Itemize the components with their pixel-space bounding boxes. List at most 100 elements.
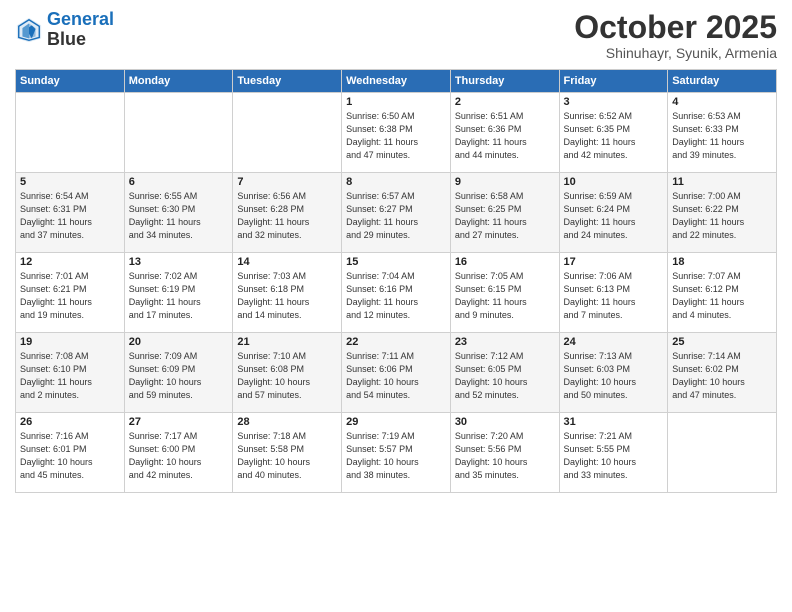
day-info: Sunrise: 6:56 AM Sunset: 6:28 PM Dayligh… — [237, 190, 337, 242]
location-subtitle: Shinuhayr, Syunik, Armenia — [574, 45, 777, 61]
day-info: Sunrise: 7:02 AM Sunset: 6:19 PM Dayligh… — [129, 270, 229, 322]
day-number: 23 — [455, 336, 555, 348]
calendar-cell: 8 Sunrise: 6:57 AM Sunset: 6:27 PM Daylig… — [342, 173, 451, 253]
day-info: Sunrise: 7:21 AM Sunset: 5:55 PM Dayligh… — [564, 430, 664, 482]
day-info: Sunrise: 7:07 AM Sunset: 6:12 PM Dayligh… — [672, 270, 772, 322]
logo-line2: Blue — [47, 30, 114, 50]
calendar-cell — [16, 93, 125, 173]
calendar-cell: 9 Sunrise: 6:58 AM Sunset: 6:25 PM Daylig… — [450, 173, 559, 253]
logo: General Blue — [15, 10, 114, 50]
calendar-week-2: 12Sunrise: 7:01 AM Sunset: 6:21 PM Dayli… — [16, 253, 777, 333]
calendar-cell: 11 Sunrise: 7:00 AM Sunset: 6:22 PM Dayli… — [668, 173, 777, 253]
calendar-cell: 24 Sunrise: 7:13 AM Sunset: 6:03 PM Dayli… — [559, 333, 668, 413]
day-number: 25 — [672, 336, 772, 348]
day-number: 11 — [672, 176, 772, 188]
calendar-cell: 4 Sunrise: 6:53 AM Sunset: 6:33 PM Daylig… — [668, 93, 777, 173]
logo-line1: General — [47, 9, 114, 29]
calendar-cell: 21Sunrise: 7:10 AM Sunset: 6:08 PM Dayli… — [233, 333, 342, 413]
day-info: Sunrise: 7:12 AM Sunset: 6:05 PM Dayligh… — [455, 350, 555, 402]
day-info: Sunrise: 6:59 AM Sunset: 6:24 PM Dayligh… — [564, 190, 664, 242]
calendar-cell: 14 Sunrise: 7:03 AM Sunset: 6:18 PM Dayli… — [233, 253, 342, 333]
calendar-cell: 26Sunrise: 7:16 AM Sunset: 6:01 PM Dayli… — [16, 413, 125, 493]
calendar-cell — [233, 93, 342, 173]
calendar-week-0: 1 Sunrise: 6:50 AM Sunset: 6:38 PM Daylig… — [16, 93, 777, 173]
calendar-header: Sunday Monday Tuesday Wednesday Thursday… — [16, 70, 777, 93]
day-number: 27 — [129, 416, 229, 428]
calendar-cell: 19Sunrise: 7:08 AM Sunset: 6:10 PM Dayli… — [16, 333, 125, 413]
page: General Blue October 2025 Shinuhayr, Syu… — [0, 0, 792, 612]
th-monday: Monday — [124, 70, 233, 93]
day-number: 30 — [455, 416, 555, 428]
calendar-week-1: 5Sunrise: 6:54 AM Sunset: 6:31 PM Daylig… — [16, 173, 777, 253]
calendar-cell: 5Sunrise: 6:54 AM Sunset: 6:31 PM Daylig… — [16, 173, 125, 253]
day-info: Sunrise: 7:18 AM Sunset: 5:58 PM Dayligh… — [237, 430, 337, 482]
th-sunday: Sunday — [16, 70, 125, 93]
day-number: 24 — [564, 336, 664, 348]
calendar-cell: 30 Sunrise: 7:20 AM Sunset: 5:56 PM Dayli… — [450, 413, 559, 493]
day-number: 3 — [564, 96, 664, 108]
day-number: 17 — [564, 256, 664, 268]
calendar-cell: 15Sunrise: 7:04 AM Sunset: 6:16 PM Dayli… — [342, 253, 451, 333]
day-info: Sunrise: 7:09 AM Sunset: 6:09 PM Dayligh… — [129, 350, 229, 402]
day-info: Sunrise: 6:54 AM Sunset: 6:31 PM Dayligh… — [20, 190, 120, 242]
calendar-week-4: 26Sunrise: 7:16 AM Sunset: 6:01 PM Dayli… — [16, 413, 777, 493]
day-number: 14 — [237, 256, 337, 268]
calendar-cell: 20Sunrise: 7:09 AM Sunset: 6:09 PM Dayli… — [124, 333, 233, 413]
day-number: 1 — [346, 96, 446, 108]
day-number: 4 — [672, 96, 772, 108]
calendar-cell: 6 Sunrise: 6:55 AM Sunset: 6:30 PM Daylig… — [124, 173, 233, 253]
day-info: Sunrise: 6:50 AM Sunset: 6:38 PM Dayligh… — [346, 110, 446, 162]
day-info: Sunrise: 6:55 AM Sunset: 6:30 PM Dayligh… — [129, 190, 229, 242]
day-info: Sunrise: 6:58 AM Sunset: 6:25 PM Dayligh… — [455, 190, 555, 242]
day-number: 16 — [455, 256, 555, 268]
day-info: Sunrise: 7:13 AM Sunset: 6:03 PM Dayligh… — [564, 350, 664, 402]
calendar-cell: 22 Sunrise: 7:11 AM Sunset: 6:06 PM Dayli… — [342, 333, 451, 413]
month-title: October 2025 — [574, 10, 777, 45]
calendar-cell: 10 Sunrise: 6:59 AM Sunset: 6:24 PM Dayli… — [559, 173, 668, 253]
day-number: 9 — [455, 176, 555, 188]
day-number: 10 — [564, 176, 664, 188]
logo-icon — [15, 16, 43, 44]
logo-text: General Blue — [47, 10, 114, 50]
th-friday: Friday — [559, 70, 668, 93]
day-info: Sunrise: 6:57 AM Sunset: 6:27 PM Dayligh… — [346, 190, 446, 242]
day-number: 2 — [455, 96, 555, 108]
calendar-week-3: 19Sunrise: 7:08 AM Sunset: 6:10 PM Dayli… — [16, 333, 777, 413]
calendar-cell: 16 Sunrise: 7:05 AM Sunset: 6:15 PM Dayli… — [450, 253, 559, 333]
day-number: 6 — [129, 176, 229, 188]
day-number: 22 — [346, 336, 446, 348]
day-number: 21 — [237, 336, 337, 348]
th-saturday: Saturday — [668, 70, 777, 93]
day-info: Sunrise: 7:04 AM Sunset: 6:16 PM Dayligh… — [346, 270, 446, 322]
calendar-cell: 17Sunrise: 7:06 AM Sunset: 6:13 PM Dayli… — [559, 253, 668, 333]
calendar-cell: 23 Sunrise: 7:12 AM Sunset: 6:05 PM Dayli… — [450, 333, 559, 413]
day-number: 7 — [237, 176, 337, 188]
calendar-cell — [124, 93, 233, 173]
day-info: Sunrise: 7:05 AM Sunset: 6:15 PM Dayligh… — [455, 270, 555, 322]
day-info: Sunrise: 7:03 AM Sunset: 6:18 PM Dayligh… — [237, 270, 337, 322]
header: General Blue October 2025 Shinuhayr, Syu… — [15, 10, 777, 61]
day-info: Sunrise: 6:53 AM Sunset: 6:33 PM Dayligh… — [672, 110, 772, 162]
day-info: Sunrise: 6:51 AM Sunset: 6:36 PM Dayligh… — [455, 110, 555, 162]
th-wednesday: Wednesday — [342, 70, 451, 93]
weekday-row: Sunday Monday Tuesday Wednesday Thursday… — [16, 70, 777, 93]
day-info: Sunrise: 6:52 AM Sunset: 6:35 PM Dayligh… — [564, 110, 664, 162]
day-number: 19 — [20, 336, 120, 348]
day-number: 31 — [564, 416, 664, 428]
calendar-cell: 29Sunrise: 7:19 AM Sunset: 5:57 PM Dayli… — [342, 413, 451, 493]
day-info: Sunrise: 7:11 AM Sunset: 6:06 PM Dayligh… — [346, 350, 446, 402]
day-info: Sunrise: 7:00 AM Sunset: 6:22 PM Dayligh… — [672, 190, 772, 242]
calendar-cell: 27Sunrise: 7:17 AM Sunset: 6:00 PM Dayli… — [124, 413, 233, 493]
day-number: 18 — [672, 256, 772, 268]
day-number: 8 — [346, 176, 446, 188]
day-info: Sunrise: 7:20 AM Sunset: 5:56 PM Dayligh… — [455, 430, 555, 482]
calendar-cell: 1 Sunrise: 6:50 AM Sunset: 6:38 PM Daylig… — [342, 93, 451, 173]
day-number: 28 — [237, 416, 337, 428]
calendar-cell: 28 Sunrise: 7:18 AM Sunset: 5:58 PM Dayli… — [233, 413, 342, 493]
day-info: Sunrise: 7:14 AM Sunset: 6:02 PM Dayligh… — [672, 350, 772, 402]
title-block: October 2025 Shinuhayr, Syunik, Armenia — [574, 10, 777, 61]
calendar-body: 1 Sunrise: 6:50 AM Sunset: 6:38 PM Daylig… — [16, 93, 777, 493]
calendar-cell: 25 Sunrise: 7:14 AM Sunset: 6:02 PM Dayli… — [668, 333, 777, 413]
calendar-table: Sunday Monday Tuesday Wednesday Thursday… — [15, 69, 777, 493]
calendar-cell: 13Sunrise: 7:02 AM Sunset: 6:19 PM Dayli… — [124, 253, 233, 333]
